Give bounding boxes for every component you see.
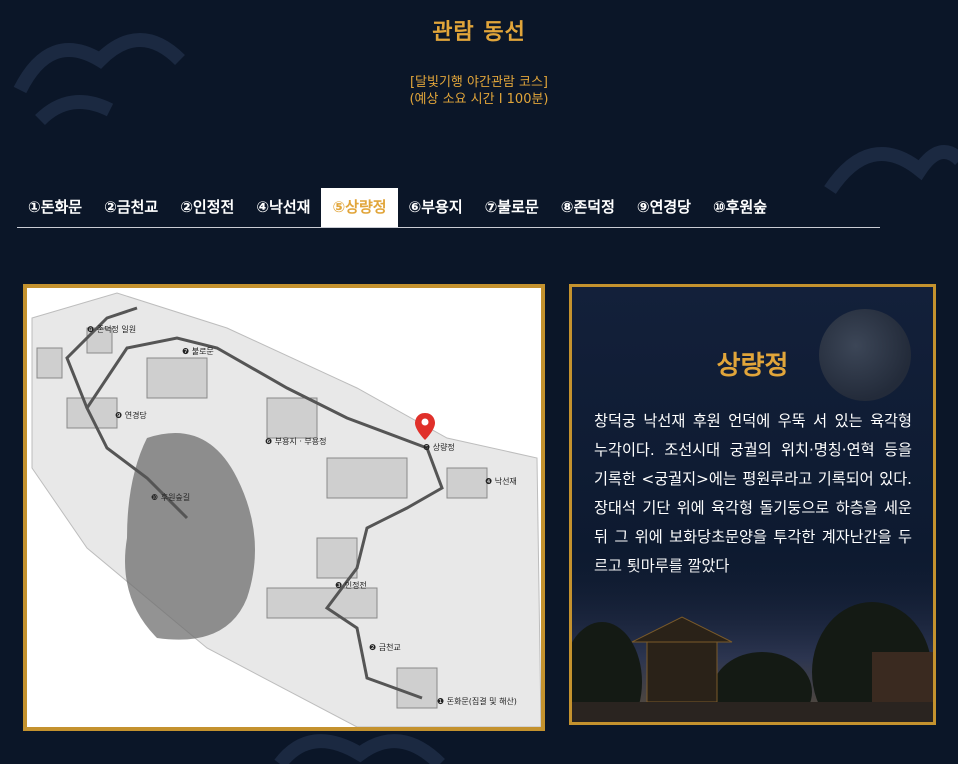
course-name: [달빛기행 야간관람 코스] — [409, 75, 548, 90]
site-title: 상량정 — [716, 351, 789, 381]
map-label-nakseonjae: ❹ 낙선재 — [485, 476, 517, 486]
map-label-geumcheongyo: ❷ 금천교 — [369, 642, 401, 652]
site-info-panel: 상량정 창덕궁 낙선재 후원 언덕에 우뚝 서 있는 육각형 누각이다. 조선시… — [569, 284, 936, 725]
map-label-injeongjeon: ❸ 인정전 — [335, 580, 367, 590]
tab-buyongji[interactable]: ⑥부용지 — [398, 188, 474, 227]
tab-injeongjeon[interactable]: ②인정전 — [169, 188, 245, 227]
map-label-buyongji: ❻ 부용지 · 부용정 — [265, 436, 327, 446]
site-description: 창덕궁 낙선재 후원 언덕에 우뚝 서 있는 육각형 누각이다. 조선시대 궁궐… — [594, 412, 912, 575]
map-label-jondeokjeong: ❽ 존덕정 일원 — [87, 324, 136, 334]
pavilion-night-photo — [572, 562, 933, 722]
tab-nakseonjae[interactable]: ④낙선재 — [245, 188, 321, 227]
tab-donhwamun[interactable]: ①돈화문 — [17, 188, 93, 227]
map-label-bullomun: ❼ 불로문 — [182, 346, 214, 356]
tab-huwonsup[interactable]: ⑩후원숲 — [702, 188, 778, 227]
course-subtitle: [달빛기행 야간관람 코스] (예상 소요 시간 I 100분) — [0, 74, 958, 108]
map-label-huwonsup: ❿ 후원숲길 — [151, 493, 190, 502]
route-tabs: ①돈화문 ②금천교 ②인정전 ④낙선재 ⑤상량정 ⑥부용지 ⑦불로문 ⑧존덕정 … — [17, 188, 880, 228]
map-label-donhwamun: ❶ 돈화문(집결 및 해산) — [437, 696, 517, 706]
tab-bullomun[interactable]: ⑦불로문 — [474, 188, 550, 227]
map-label-yeongyeongdang: ❾ 연경당 — [115, 410, 147, 420]
map-label-sangnyangjeong: ❺ 상량정 — [423, 442, 455, 452]
tab-sangnyangjeong[interactable]: ⑤상량정 — [321, 188, 398, 227]
route-map: ❶ 돈화문(집결 및 해산) ❷ 금천교 ❸ 인정전 ❹ 낙선재 ❺ 상량정 ❻… — [23, 284, 545, 731]
tab-geumcheongyo[interactable]: ②금천교 — [93, 188, 169, 227]
tab-yeongyeongdang[interactable]: ⑨연경당 — [626, 188, 702, 227]
course-duration: (예상 소요 시간 I 100분) — [409, 92, 549, 107]
tab-jondeokjeong[interactable]: ⑧존덕정 — [550, 188, 626, 227]
page-title: 관람 동선 — [432, 20, 526, 45]
map-illustration: ❶ 돈화문(집결 및 해산) ❷ 금천교 ❸ 인정전 ❹ 낙선재 ❺ 상량정 ❻… — [27, 288, 541, 727]
